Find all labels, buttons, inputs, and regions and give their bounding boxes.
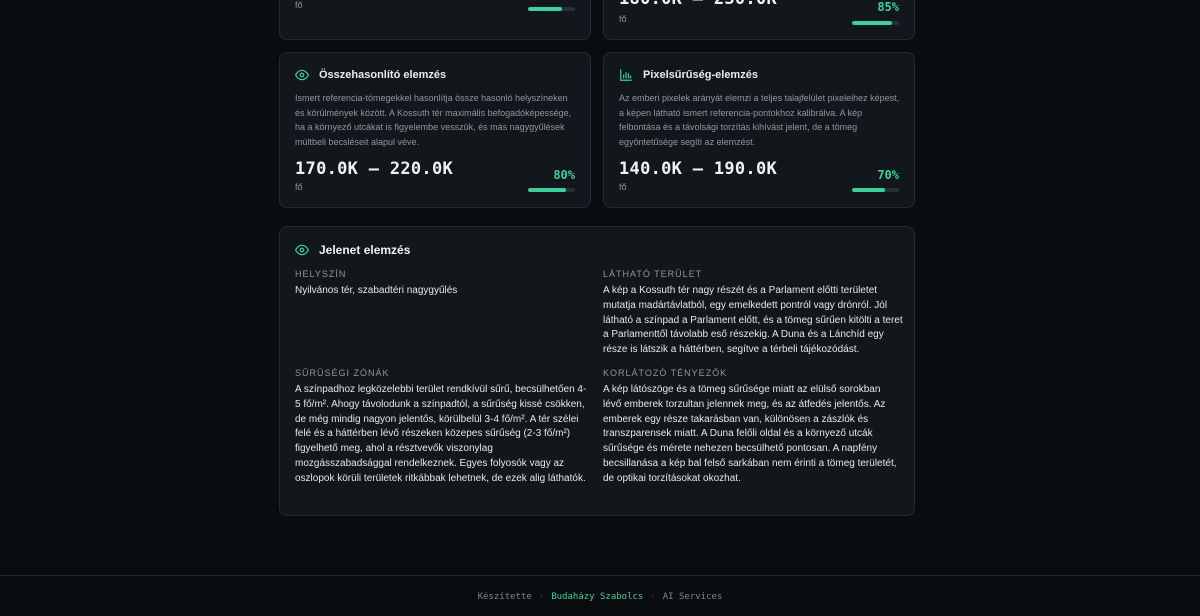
visible-area-label: LÁTHATÓ TERÜLET (603, 269, 703, 279)
density-zones-text: A színpadhoz legközelebbi terület rendkí… (295, 384, 587, 484)
footer-separator: · (538, 591, 545, 602)
confidence-bar-fill (528, 188, 566, 192)
confidence-percent: 70% (877, 168, 899, 182)
estimate-range: 140.0K — 190.0K (619, 159, 778, 179)
scene-title: Jelenet elemzés (319, 243, 411, 257)
limiting-factors-label: KORLÁTOZÓ TÉNYEZŐK (603, 368, 728, 378)
confidence-bar (852, 188, 899, 192)
scene-analysis-card: Jelenet elemzés HELYSZÍN Nyilvános tér, … (279, 226, 915, 516)
unit-label: fő (619, 14, 627, 24)
method-card-comparative: Összehasonlító elemzés Ismert referencia… (279, 52, 591, 208)
confidence-percent: 80% (553, 168, 575, 182)
page: fő 180.0K — 230.0K fő 85% Összehasonlító… (0, 0, 1200, 616)
location-label: HELYSZÍN (295, 269, 347, 279)
confidence-bar-fill (852, 21, 892, 25)
confidence-bar-fill (528, 7, 562, 11)
card-header: Pixelsűrűség-elemzés (619, 68, 758, 82)
density-zones-label: SŰRŰSÉGI ZÓNÁK (295, 368, 390, 378)
method-card-top-left: fő (279, 0, 591, 40)
card-header: Jelenet elemzés (295, 243, 410, 257)
confidence-percent: 85% (877, 0, 899, 14)
footer-company: AI Services (662, 591, 723, 602)
method-card-pixel-density: Pixelsűrűség-elemzés Az emberi pixelek a… (603, 52, 915, 208)
confidence-bar-fill (852, 188, 885, 192)
footer-separator: · (650, 591, 656, 602)
card-title: Pixelsűrűség-elemzés (643, 69, 758, 81)
method-description: Az emberi pixelek arányát elemzi a telje… (619, 93, 900, 147)
unit-label: fő (295, 182, 303, 192)
method-card-top-right: 180.0K — 230.0K fő 85% (603, 0, 915, 40)
unit-label: fő (619, 182, 627, 192)
confidence-bar (528, 188, 575, 192)
card-title: Összehasonlító elemzés (319, 69, 447, 81)
estimate-range: 180.0K — 230.0K (619, 0, 777, 9)
footer: Készítette · Budaházy Szabolcs · AI Serv… (0, 575, 1200, 616)
card-header: Összehasonlító elemzés (295, 68, 446, 82)
footer-author-link[interactable]: Budaházy Szabolcs (551, 592, 643, 602)
footer-made-by: Készítette (477, 591, 532, 602)
eye-icon (295, 243, 309, 257)
confidence-bar (852, 21, 899, 25)
estimate-range: 170.0K — 220.0K (295, 159, 454, 179)
confidence-bar (528, 7, 575, 11)
eye-icon (295, 68, 309, 82)
visible-area-text: A kép a Kossuth tér nagy részét és a Par… (603, 285, 903, 356)
limiting-factors-text: A kép látószöge és a tömeg sűrűsége miat… (603, 384, 897, 484)
bar-chart-icon (619, 68, 633, 82)
unit-label: fő (295, 0, 303, 10)
location-text: Nyilvános tér, szabadtéri nagygyűlés (295, 285, 458, 296)
method-description: Ismert referencia-tömegekkel hasonlítja … (295, 93, 572, 147)
